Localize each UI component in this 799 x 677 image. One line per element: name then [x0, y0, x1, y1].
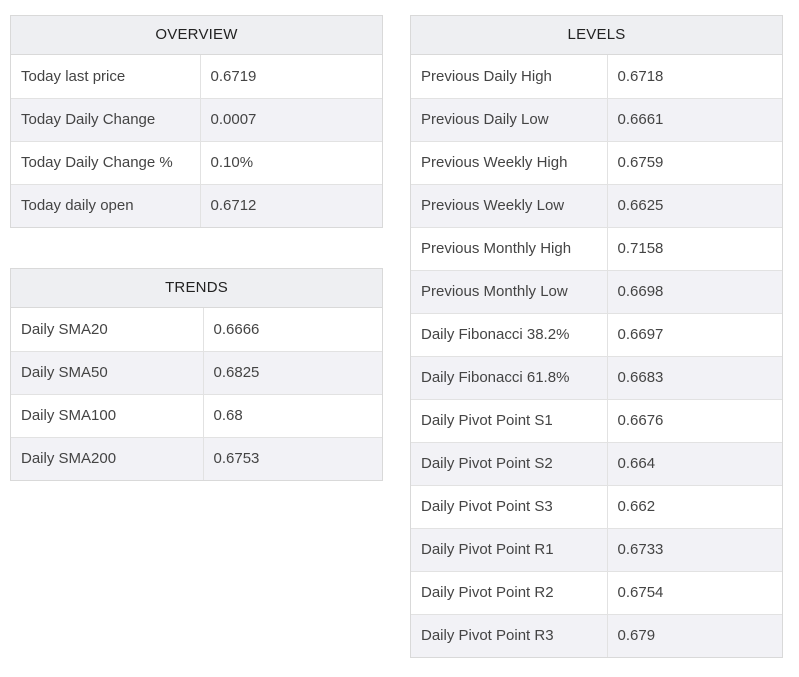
table-row: Daily SMA20 0.6666 — [11, 308, 382, 351]
table-row: Daily SMA50 0.6825 — [11, 350, 382, 394]
table-row: Previous Weekly Low 0.6625 — [411, 183, 782, 227]
table-row: Previous Monthly Low 0.6698 — [411, 269, 782, 313]
row-label: Today Daily Change — [11, 97, 201, 141]
row-value: 0.6754 — [607, 570, 782, 614]
table-row: Daily Pivot Point S2 0.664 — [411, 441, 782, 485]
row-label: Today last price — [11, 55, 201, 98]
trends-table: Daily SMA20 0.6666 Daily SMA50 0.6825 Da… — [11, 308, 382, 480]
row-label: Previous Monthly High — [411, 226, 608, 270]
row-label: Daily Fibonacci 38.2% — [411, 312, 608, 356]
row-label: Daily SMA50 — [11, 350, 204, 394]
row-value: 0.6676 — [607, 398, 782, 442]
trends-panel: TRENDS Daily SMA20 0.6666 Daily SMA50 0.… — [10, 268, 383, 481]
row-value: 0.664 — [607, 441, 782, 485]
table-row: Daily Pivot Point R3 0.679 — [411, 613, 782, 657]
table-row: Daily Pivot Point R2 0.6754 — [411, 570, 782, 614]
row-label: Previous Daily Low — [411, 97, 608, 141]
row-label: Daily Fibonacci 61.8% — [411, 355, 608, 399]
table-row: Previous Daily High 0.6718 — [411, 55, 782, 98]
row-value: 0.6697 — [607, 312, 782, 356]
row-label: Daily Pivot Point R2 — [411, 570, 608, 614]
overview-table: Today last price 0.6719 Today Daily Chan… — [11, 55, 382, 227]
row-value: 0.6733 — [607, 527, 782, 571]
table-row: Daily Fibonacci 38.2% 0.6697 — [411, 312, 782, 356]
table-row: Previous Monthly High 0.7158 — [411, 226, 782, 270]
row-label: Previous Daily High — [411, 55, 608, 98]
levels-table: Previous Daily High 0.6718 Previous Dail… — [411, 55, 782, 657]
row-value: 0.662 — [607, 484, 782, 528]
row-value: 0.6718 — [617, 67, 664, 85]
row-value: 0.6719 — [210, 67, 257, 85]
table-row: Previous Weekly High 0.6759 — [411, 140, 782, 184]
row-label: Previous Monthly Low — [411, 269, 608, 313]
row-value: 0.10% — [200, 140, 382, 184]
row-label: Previous Weekly High — [411, 140, 608, 184]
row-value: 0.6753 — [203, 436, 382, 480]
table-row: Daily SMA200 0.6753 — [11, 436, 382, 480]
row-value: 0.6625 — [607, 183, 782, 227]
row-label: Daily SMA100 — [11, 393, 204, 437]
row-label: Daily Pivot Point R3 — [411, 613, 608, 657]
row-label: Daily Pivot Point R1 — [411, 527, 608, 571]
levels-panel: LEVELS Previous Daily High 0.6718 Previo… — [410, 15, 783, 658]
row-label: Daily SMA20 — [11, 308, 204, 351]
row-label: Today Daily Change % — [11, 140, 201, 184]
row-value: 0.6683 — [607, 355, 782, 399]
row-value: 0.6825 — [203, 350, 382, 394]
row-value: 0.7158 — [607, 226, 782, 270]
row-label: Daily SMA200 — [11, 436, 204, 480]
table-row: Daily Fibonacci 61.8% 0.6683 — [411, 355, 782, 399]
row-value: 0.0007 — [200, 97, 382, 141]
trends-title: TRENDS — [11, 269, 382, 308]
row-value: 0.6712 — [200, 183, 382, 227]
overview-title: OVERVIEW — [11, 16, 382, 55]
table-row: Daily Pivot Point S3 0.662 — [411, 484, 782, 528]
row-value: 0.6759 — [607, 140, 782, 184]
table-row: Today Daily Change % 0.10% — [11, 140, 382, 184]
row-value: 0.679 — [607, 613, 782, 657]
row-label: Today daily open — [11, 183, 201, 227]
table-row: Daily Pivot Point R1 0.6733 — [411, 527, 782, 571]
row-label: Previous Weekly Low — [411, 183, 608, 227]
row-value: 0.6661 — [607, 97, 782, 141]
table-row: Today last price 0.6719 — [11, 55, 382, 98]
row-label: Daily Pivot Point S3 — [411, 484, 608, 528]
table-row: Previous Daily Low 0.6661 — [411, 97, 782, 141]
levels-title: LEVELS — [411, 16, 782, 55]
row-value: 0.68 — [203, 393, 382, 437]
row-label: Daily Pivot Point S2 — [411, 441, 608, 485]
table-row: Daily SMA100 0.68 — [11, 393, 382, 437]
row-value: 0.6666 — [213, 320, 260, 338]
table-row: Daily Pivot Point S1 0.6676 — [411, 398, 782, 442]
table-row: Today Daily Change 0.0007 — [11, 97, 382, 141]
row-label: Daily Pivot Point S1 — [411, 398, 608, 442]
table-row: Today daily open 0.6712 — [11, 183, 382, 227]
row-value: 0.6698 — [607, 269, 782, 313]
overview-panel: OVERVIEW Today last price 0.6719 Today D… — [10, 15, 383, 228]
